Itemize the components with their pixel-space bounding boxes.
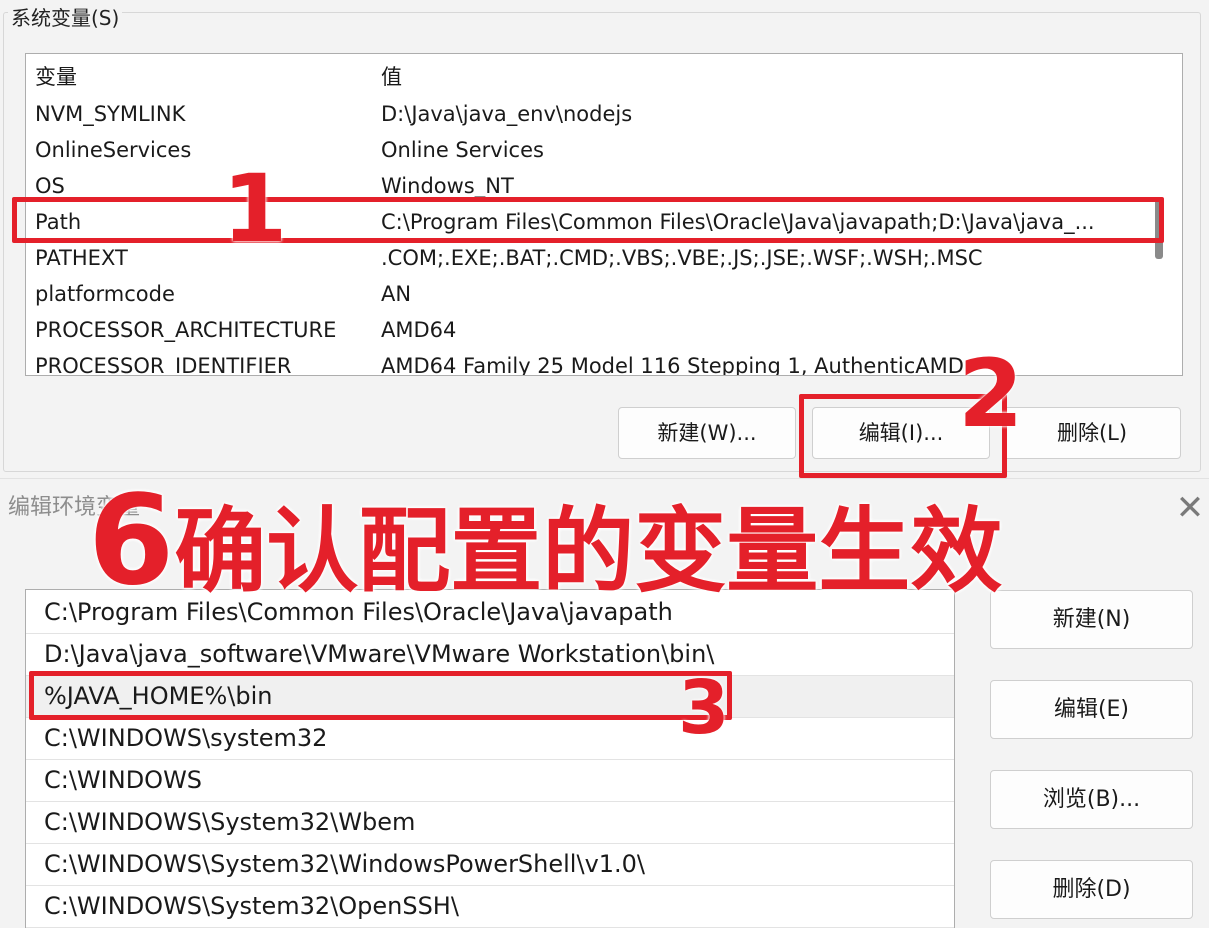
- step-6-banner: 6确认配置的变量生效: [88, 476, 1002, 617]
- list-item[interactable]: C:\WINDOWS\system32: [26, 718, 954, 760]
- step-6-caption: 确认配置的变量生效: [174, 498, 1003, 605]
- list-item[interactable]: C:\WINDOWS: [26, 760, 954, 802]
- list-header: 变量 值: [26, 59, 1146, 95]
- variable-name: platformcode: [35, 282, 175, 306]
- variable-name: PROCESSOR_IDENTIFIER: [35, 354, 292, 376]
- path-entries-list[interactable]: C:\Program Files\Common Files\Oracle\Jav…: [25, 589, 955, 928]
- delete-variable-button[interactable]: 删除(L): [1003, 407, 1181, 459]
- variable-value: Online Services: [381, 138, 544, 162]
- variable-name: PATHEXT: [35, 246, 128, 270]
- list-item[interactable]: D:\Java\java_software\VMware\VMware Work…: [26, 634, 954, 676]
- new-variable-button[interactable]: 新建(W)...: [618, 407, 796, 459]
- variable-value: D:\Java\java_env\nodejs: [381, 102, 633, 126]
- table-row[interactable]: NVM_SYMLINK D:\Java\java_env\nodejs: [26, 96, 1146, 132]
- step-1-marker: 1: [222, 155, 288, 264]
- list-item[interactable]: C:\WINDOWS\System32\OpenSSH\: [26, 886, 954, 928]
- system-variables-group-label: 系统变量(S): [8, 4, 123, 32]
- variable-value: AMD64: [381, 318, 457, 342]
- table-row[interactable]: platformcode AN: [26, 276, 1146, 312]
- step-2-marker: 2: [958, 340, 1024, 449]
- delete-path-button[interactable]: 删除(D): [990, 860, 1193, 919]
- browse-path-button[interactable]: 浏览(B)...: [990, 770, 1193, 829]
- variable-value: AMD64 Family 25 Model 116 Stepping 1, Au…: [381, 354, 964, 376]
- close-icon[interactable]: ✕: [1170, 490, 1209, 530]
- variable-name: NVM_SYMLINK: [35, 102, 186, 126]
- variable-value: .COM;.EXE;.BAT;.CMD;.VBS;.VBE;.JS;.JSE;.…: [381, 246, 983, 270]
- table-row[interactable]: OnlineServices Online Services: [26, 132, 1146, 168]
- column-header-value[interactable]: 值: [381, 59, 1141, 95]
- step-3-marker: 3: [678, 665, 730, 751]
- highlight-box-path-row: [12, 197, 1164, 243]
- new-path-button[interactable]: 新建(N): [990, 590, 1193, 649]
- list-item[interactable]: C:\WINDOWS\System32\WindowsPowerShell\v1…: [26, 844, 954, 886]
- variable-value: AN: [381, 282, 412, 306]
- column-header-name[interactable]: 变量: [35, 59, 77, 95]
- highlight-box-java-home-entry: [29, 671, 732, 720]
- variable-name: OnlineServices: [35, 138, 192, 162]
- edit-path-button[interactable]: 编辑(E): [990, 680, 1193, 739]
- list-item[interactable]: C:\WINDOWS\System32\Wbem: [26, 802, 954, 844]
- variable-name: PROCESSOR_ARCHITECTURE: [35, 318, 337, 342]
- step-6-number: 6: [88, 469, 175, 613]
- table-row[interactable]: PATHEXT .COM;.EXE;.BAT;.CMD;.VBS;.VBE;.J…: [26, 240, 1146, 276]
